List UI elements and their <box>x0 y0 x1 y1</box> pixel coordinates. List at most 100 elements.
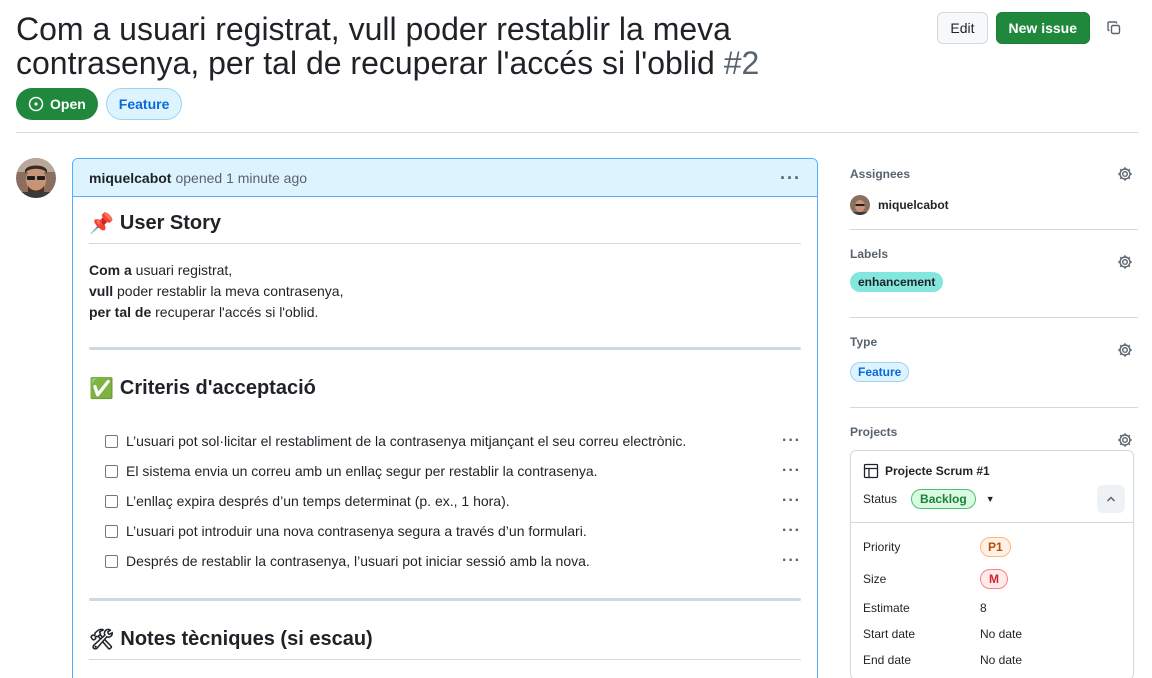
copy-link-icon[interactable] <box>1098 12 1130 44</box>
task-text: L’usuari pot sol·licitar el restabliment… <box>126 433 687 449</box>
caret-down-icon[interactable]: ▼ <box>986 494 995 504</box>
task-list-item: L’usuari pot introduir una nova contrase… <box>89 516 801 546</box>
project-field-size[interactable]: Size M <box>863 563 1121 595</box>
task-list-item: L’usuari pot sol·licitar el restabliment… <box>89 426 801 456</box>
field-key: Size <box>863 572 887 586</box>
section-divider <box>89 347 801 350</box>
story-line: per tal de recuperar l'accés si l'oblid. <box>89 302 801 323</box>
task-text: L’usuari pot introduir una nova contrase… <box>126 523 587 539</box>
issue-open-icon <box>28 96 44 112</box>
new-issue-button[interactable]: New issue <box>995 12 1090 44</box>
assignee-item[interactable]: miquelcabot <box>850 190 1138 220</box>
field-key: Priority <box>863 540 901 554</box>
comment-options-icon[interactable]: ··· <box>780 169 801 187</box>
issue-state-row: Open Feature <box>16 88 183 120</box>
header-actions: Edit New issue <box>937 12 1130 44</box>
open-state-badge: Open <box>16 88 98 120</box>
user-story-heading: 📌 User Story <box>89 211 801 244</box>
task-checkbox[interactable] <box>105 464 118 478</box>
user-story-text: Com a usuari registrat, vull poder resta… <box>89 260 801 323</box>
task-list-item: Després de restablir la contrasenya, l’u… <box>89 546 801 576</box>
edit-button[interactable]: Edit <box>937 12 988 44</box>
project-fields: Priority P1 Size M Estimate 8 Start date… <box>851 523 1133 678</box>
labels-section: Labels enhancement <box>850 238 1138 318</box>
issue-title: Com a usuari registrat, vull poder resta… <box>16 12 916 80</box>
comment-author-link[interactable]: miquelcabot <box>89 170 171 186</box>
collapse-project-button[interactable] <box>1097 485 1125 513</box>
user-story-heading-text: User Story <box>119 211 222 234</box>
field-value: No date <box>980 627 1023 641</box>
table-icon <box>863 463 879 479</box>
project-status-row: Status Backlog ▼ <box>863 489 1121 509</box>
issue-title-text: Com a usuari registrat, vull poder resta… <box>16 11 731 81</box>
task-options-icon[interactable]: ··· <box>782 462 801 480</box>
size-badge: M <box>980 569 1008 589</box>
section-divider <box>89 598 801 601</box>
field-value: 8 <box>980 601 987 615</box>
tools-icon: 🛠 <box>89 627 115 651</box>
project-card: Projecte Scrum #1 Status Backlog ▼ Prior… <box>850 450 1134 678</box>
pushpin-icon: 📌 <box>89 211 114 235</box>
story-text: recuperar l'accés si l'oblid. <box>151 304 319 320</box>
check-mark-icon: ✅ <box>89 376 114 400</box>
comment-body: 📌 User Story Com a usuari registrat, vul… <box>73 197 817 674</box>
assignee-avatar <box>850 195 870 215</box>
criteria-heading-text: Criteris d'acceptació <box>119 376 316 399</box>
task-text: Després de restablir la contrasenya, l’u… <box>126 553 590 569</box>
gear-icon[interactable] <box>1117 342 1133 358</box>
assignees-section: Assignees miquelcabot <box>850 158 1138 230</box>
project-field-priority[interactable]: Priority P1 <box>863 531 1121 563</box>
labels-heading: Labels <box>850 247 889 261</box>
type-feature-badge[interactable]: Feature <box>850 362 910 382</box>
label-enhancement[interactable]: enhancement <box>850 272 944 292</box>
task-checkbox[interactable] <box>105 524 118 538</box>
task-text: El sistema envia un correu amb un enllaç… <box>126 463 598 479</box>
type-heading: Type <box>850 335 878 349</box>
task-text: L’enllaç expira després d’un temps deter… <box>126 493 510 509</box>
task-list-item: L’enllaç expira després d’un temps deter… <box>89 486 801 516</box>
story-text: usuari registrat, <box>131 262 233 278</box>
task-checkbox[interactable] <box>105 494 118 508</box>
issue-number: #2 <box>723 45 760 81</box>
project-title[interactable]: Projecte Scrum #1 <box>863 463 1121 479</box>
project-field-start-date[interactable]: Start date No date <box>863 621 1121 647</box>
notes-heading-text: Notes tècniques (si escau) <box>120 627 373 650</box>
author-avatar[interactable] <box>16 158 56 198</box>
task-checkbox[interactable] <box>105 554 118 568</box>
state-label: Open <box>50 96 86 112</box>
assignees-heading: Assignees <box>850 167 911 181</box>
field-key: Start date <box>863 627 916 641</box>
task-options-icon[interactable]: ··· <box>782 492 801 510</box>
field-key: End date <box>863 653 912 667</box>
task-options-icon[interactable]: ··· <box>782 552 801 570</box>
task-checkbox[interactable] <box>105 434 118 448</box>
task-options-icon[interactable]: ··· <box>782 522 801 540</box>
chevron-up-icon <box>1106 496 1116 502</box>
story-bold: per tal de <box>89 304 152 320</box>
projects-heading: Projects <box>850 425 898 439</box>
gear-icon[interactable] <box>1117 254 1133 270</box>
story-bold: Com a <box>89 262 132 278</box>
comment-header: miquelcabot opened 1 minute ago ··· <box>73 159 817 197</box>
status-badge[interactable]: Backlog <box>911 489 976 509</box>
story-line: Com a usuari registrat, <box>89 260 801 281</box>
comment-timestamp[interactable]: opened 1 minute ago <box>175 170 307 186</box>
priority-badge: P1 <box>980 537 1011 557</box>
type-section: Type Feature <box>850 326 1138 408</box>
task-list: L’usuari pot sol·licitar el restabliment… <box>89 426 801 576</box>
gear-icon[interactable] <box>1117 166 1133 182</box>
task-list-item: El sistema envia un correu amb un enllaç… <box>89 456 801 486</box>
gear-icon[interactable] <box>1117 432 1133 448</box>
story-text: poder restablir la meva contrasenya, <box>113 283 344 299</box>
project-field-estimate[interactable]: Estimate 8 <box>863 595 1121 621</box>
project-field-end-date[interactable]: End date No date <box>863 647 1121 673</box>
issue-body-comment: miquelcabot opened 1 minute ago ··· 📌 Us… <box>72 158 818 678</box>
story-bold: vull <box>89 283 114 299</box>
issue-type-badge[interactable]: Feature <box>105 88 183 120</box>
status-label: Status <box>863 492 898 506</box>
task-options-icon[interactable]: ··· <box>782 432 801 450</box>
header-divider <box>16 132 1138 133</box>
projects-section: Projects Projecte Scrum #1 Status Backlo… <box>850 416 1138 678</box>
notes-heading: 🛠 Notes tècniques (si escau) <box>89 627 801 660</box>
field-key: Estimate <box>863 601 910 615</box>
